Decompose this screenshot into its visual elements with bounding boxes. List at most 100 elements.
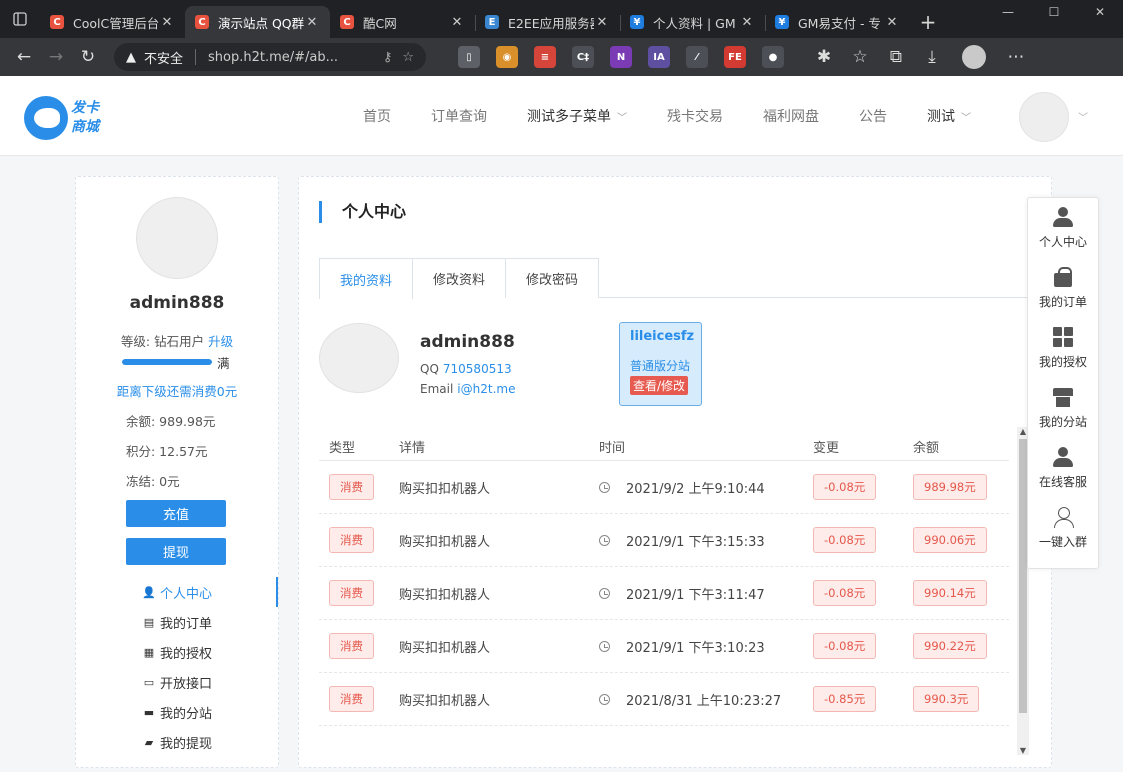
close-tab-icon[interactable]: ✕: [739, 15, 755, 30]
dock-item[interactable]: 一键入群: [1028, 498, 1098, 558]
close-window-icon[interactable]: ✕: [1077, 0, 1123, 24]
browser-tab[interactable]: E E2EE应用服务器 ✕: [475, 6, 620, 38]
next-level-link[interactable]: 距离下级还需消费0元: [76, 381, 278, 400]
profile-tabs: 我的资料 修改资料 修改密码: [319, 258, 1051, 299]
extensions-icon[interactable]: ✱: [808, 41, 840, 73]
tab-change-password[interactable]: 修改密码: [505, 258, 600, 298]
url-text[interactable]: shop.h2t.me/#/ab...: [208, 50, 373, 65]
dock-item-label: 我的订单: [1038, 294, 1087, 309]
maximize-icon[interactable]: ☐: [1031, 0, 1077, 24]
time-text: 2021/8/31 上午10:23:27: [626, 693, 782, 709]
favorites-icon[interactable]: ☆: [844, 41, 876, 73]
menu-item-icon: ▤: [143, 615, 155, 629]
qq-link[interactable]: 710580513: [443, 362, 512, 376]
browser-tab[interactable]: ¥ 个人资料 | GM ✕: [620, 6, 765, 38]
nav-test[interactable]: 测试 ﹀: [907, 106, 991, 126]
reload-icon[interactable]: ↻: [72, 41, 104, 73]
sidebar-menu-item[interactable]: ▤ 我的订单: [76, 607, 278, 637]
extension-icon[interactable]: C‡: [572, 46, 594, 68]
tab-favicon-icon: ¥: [630, 15, 644, 29]
extension-icon[interactable]: N: [610, 46, 632, 68]
extension-icon[interactable]: ≡: [534, 46, 556, 68]
forward-icon[interactable]: →: [40, 41, 72, 73]
nav-welfare-disk[interactable]: 福利网盘: [743, 106, 839, 126]
nav-announcement[interactable]: 公告: [839, 106, 907, 126]
detail-cell: 购买扣扣机器人: [399, 587, 491, 603]
close-tab-icon[interactable]: ✕: [884, 15, 900, 30]
browser-tab[interactable]: C CoolC管理后台 ✕: [40, 6, 185, 38]
extension-icon[interactable]: ⁄: [686, 46, 708, 68]
dock-grid-i-icon: [1053, 326, 1073, 347]
sidebar-menu-item[interactable]: ▬ 我的分站: [76, 697, 278, 727]
tab-actions-icon[interactable]: [0, 0, 40, 38]
collections-icon[interactable]: ⧉: [880, 41, 912, 73]
dock-item[interactable]: 在线客服: [1028, 438, 1098, 498]
recharge-button[interactable]: 充值: [126, 500, 226, 527]
chevron-down-icon[interactable]: ﹀: [1078, 109, 1088, 124]
browser-tab[interactable]: ¥ GM易支付 - 专 ✕: [765, 6, 910, 38]
table-row: 消费 购买扣扣机器人 2021/9/1 下午3:10:23 -0.08元 990.22元: [319, 620, 1009, 673]
header-time: 时间: [599, 441, 626, 456]
header-avatar[interactable]: [1019, 92, 1069, 142]
dock-item-label: 个人中心: [1038, 234, 1087, 249]
extension-icon[interactable]: FE: [724, 46, 746, 68]
nav-card-trade[interactable]: 残卡交易: [647, 106, 743, 126]
dock-item[interactable]: 我的授权: [1028, 318, 1098, 378]
nav-order-query[interactable]: 订单查询: [411, 106, 507, 126]
key-icon[interactable]: ⚷: [383, 50, 393, 65]
warning-icon[interactable]: ▲: [126, 50, 136, 65]
close-tab-icon[interactable]: ✕: [449, 15, 465, 30]
email-link[interactable]: i@h2t.me: [457, 382, 515, 396]
more-menu-icon[interactable]: ⋯: [1000, 41, 1032, 73]
sidebar-menu-item[interactable]: ▰ 我的提现: [76, 727, 278, 757]
table-header: 类型 详情 时间 变更 余额: [319, 433, 1009, 461]
scroll-thumb[interactable]: [1019, 439, 1027, 713]
close-tab-icon[interactable]: ✕: [594, 15, 610, 30]
dock-item[interactable]: 个人中心: [1028, 198, 1098, 258]
balance-text: 余额: 989.98元: [126, 414, 216, 429]
extension-icon[interactable]: ◉: [496, 46, 518, 68]
site-logo[interactable]: 发卡 商城: [24, 94, 114, 142]
upgrade-link[interactable]: 升级: [208, 334, 233, 349]
new-tab-button[interactable]: +: [910, 6, 946, 38]
detail-cell: 购买扣扣机器人: [399, 481, 491, 497]
nav-home[interactable]: 首页: [343, 106, 411, 126]
sidebar-menu-item[interactable]: ▭ 开放接口: [76, 667, 278, 697]
menu-item-icon: ▰: [144, 735, 154, 749]
extension-icon[interactable]: ▯: [458, 46, 480, 68]
address-bar[interactable]: ▲ 不安全 shop.h2t.me/#/ab... ⚷ ☆: [114, 43, 426, 71]
change-badge: -0.08元: [813, 474, 877, 500]
dock-item[interactable]: 我的订单: [1028, 258, 1098, 318]
sidebar-menu-item[interactable]: 👤 个人中心: [76, 577, 278, 607]
tab-favicon-icon: E: [485, 15, 499, 29]
minimize-icon[interactable]: —: [985, 0, 1031, 24]
back-icon[interactable]: ←: [8, 41, 40, 73]
dock-item[interactable]: 我的分站: [1028, 378, 1098, 438]
downloads-icon[interactable]: ⤓: [916, 41, 948, 73]
extension-icon[interactable]: ●: [762, 46, 784, 68]
browser-tab[interactable]: C 酷C网 ✕: [330, 6, 475, 38]
nav-test-submenu[interactable]: 测试多子菜单 ﹀: [507, 106, 647, 126]
main-nav: 首页 订单查询 测试多子菜单 ﹀ 残卡交易 福利网盘 公告 测试 ﹀: [343, 76, 991, 156]
close-tab-icon[interactable]: ✕: [304, 15, 320, 30]
change-badge: -0.08元: [813, 527, 877, 553]
favorite-add-icon[interactable]: ☆: [402, 50, 414, 65]
view-edit-button[interactable]: 查看/修改: [630, 376, 689, 395]
browser-tab[interactable]: C 演示站点 QQ群 ✕: [185, 6, 330, 38]
type-cell: 消费: [319, 686, 399, 712]
tab-edit-profile[interactable]: 修改资料: [412, 258, 507, 298]
dock-item-label: 我的授权: [1038, 354, 1087, 369]
scroll-down-icon[interactable]: ▼: [1017, 746, 1029, 755]
withdraw-button[interactable]: 提现: [126, 538, 226, 565]
menu-item-icon: ▭: [143, 675, 155, 689]
detail-cell: 购买扣扣机器人: [399, 640, 491, 656]
extension-icon[interactable]: IA: [648, 46, 670, 68]
site-header: 发卡 商城 首页 订单查询 测试多子菜单 ﹀ 残卡交易 福利网盘 公告 测试 ﹀ ﹀: [0, 76, 1123, 156]
close-tab-icon[interactable]: ✕: [159, 15, 175, 30]
change-cell: -0.85元: [813, 686, 913, 712]
tab-my-profile[interactable]: 我的资料: [319, 258, 414, 299]
profile-avatar[interactable]: [962, 45, 986, 69]
type-cell: 消费: [319, 474, 399, 500]
time-cell: 2021/9/1 下午3:11:47: [599, 584, 813, 603]
sidebar-menu-item[interactable]: ▦ 我的授权: [76, 637, 278, 667]
